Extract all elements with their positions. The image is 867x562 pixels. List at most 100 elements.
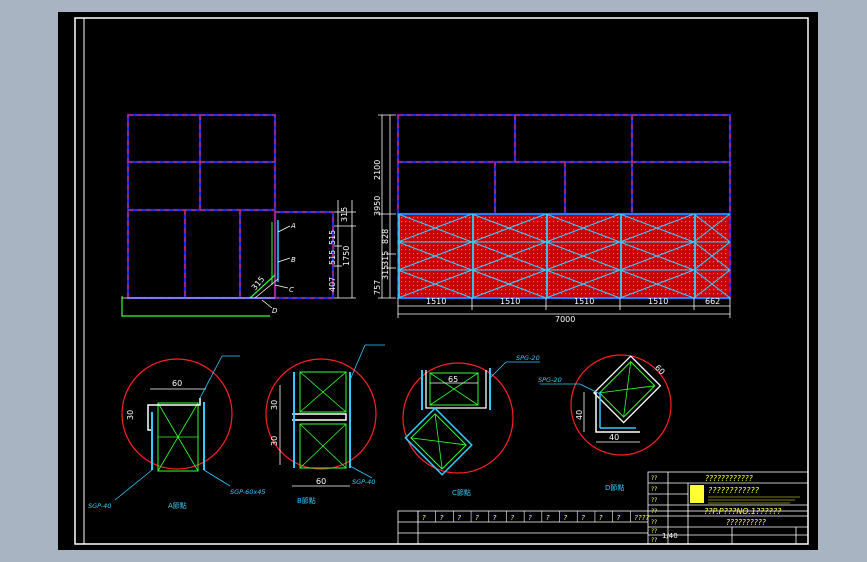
mesh-dot	[633, 221, 635, 223]
mesh-dot	[593, 249, 595, 251]
mesh-dot	[433, 237, 435, 239]
mesh-dot	[569, 257, 571, 259]
mesh-dot	[525, 293, 527, 295]
mesh-dot	[461, 253, 463, 255]
mesh-dot	[481, 257, 483, 259]
mesh-dot	[665, 229, 667, 231]
mesh-dot	[477, 221, 479, 223]
mesh-dot	[489, 265, 491, 267]
mesh-dot	[673, 245, 675, 247]
mesh-dot	[405, 225, 407, 227]
mesh-dot	[517, 257, 519, 259]
mesh-dot	[653, 293, 655, 295]
mesh-dot	[609, 277, 611, 279]
mesh-dot	[541, 253, 543, 255]
mesh-dot	[561, 233, 563, 235]
mesh-dot	[721, 273, 723, 275]
mesh-dot	[689, 229, 691, 231]
mesh-dot	[617, 221, 619, 223]
mesh-dot	[585, 289, 587, 291]
mesh-dot	[469, 265, 471, 267]
mesh-dot	[633, 225, 635, 227]
mesh-dot	[685, 249, 687, 251]
mesh-dot	[553, 253, 555, 255]
mesh-dot	[681, 221, 683, 223]
mesh-dot	[625, 285, 627, 287]
mesh-dot	[497, 261, 499, 263]
mesh-dot	[493, 285, 495, 287]
mesh-dot	[697, 229, 699, 231]
mesh-dot	[569, 281, 571, 283]
mesh-dot	[689, 217, 691, 219]
mesh-dot	[617, 285, 619, 287]
mesh-dot	[433, 281, 435, 283]
mesh-dot	[693, 237, 695, 239]
mesh-dot	[709, 245, 711, 247]
mesh-dot	[593, 293, 595, 295]
mesh-dot	[565, 257, 567, 259]
mesh-dot	[429, 233, 431, 235]
mesh-dot	[553, 249, 555, 251]
cad-viewport[interactable]: A B C D 315 315 515 515 407 1750 2100 39…	[58, 12, 818, 550]
mesh-dot	[541, 289, 543, 291]
mesh-dot	[693, 253, 695, 255]
mesh-dot	[409, 221, 411, 223]
mesh-dot	[465, 253, 467, 255]
mesh-dot	[549, 253, 551, 255]
mesh-dot	[637, 289, 639, 291]
mesh-dot	[609, 249, 611, 251]
mesh-dot	[669, 237, 671, 239]
mesh-dot	[545, 285, 547, 287]
cad-drawing-canvas[interactable]: A B C D 315 315 515 515 407 1750 2100 39…	[58, 12, 818, 550]
mesh-dot	[433, 277, 435, 279]
mesh-dot	[429, 221, 431, 223]
mesh-dot	[673, 253, 675, 255]
side-dim-315: 315	[340, 207, 349, 222]
mesh-dot	[645, 257, 647, 259]
mesh-dot	[537, 289, 539, 291]
mesh-dot	[509, 257, 511, 259]
mesh-dot	[697, 257, 699, 259]
front-dim-total: 7000	[555, 315, 575, 324]
mesh-dot	[657, 221, 659, 223]
mesh-dot	[725, 225, 727, 227]
mesh-dot	[593, 257, 595, 259]
mesh-dot	[401, 225, 403, 227]
mesh-dot	[401, 277, 403, 279]
mesh-dot	[613, 281, 615, 283]
mesh-dot	[481, 249, 483, 251]
mesh-dot	[725, 257, 727, 259]
mesh-dot	[661, 273, 663, 275]
mesh-dot	[585, 217, 587, 219]
mesh-dot	[537, 237, 539, 239]
mesh-dot	[725, 249, 727, 251]
mesh-dot	[453, 285, 455, 287]
mesh-dot	[685, 261, 687, 263]
mesh-dot	[529, 265, 531, 267]
mesh-dot	[529, 237, 531, 239]
revision-col-label: ?	[599, 514, 603, 522]
mesh-dot	[405, 257, 407, 259]
mesh-dot	[405, 281, 407, 283]
mesh-dot	[453, 253, 455, 255]
mesh-dot	[669, 249, 671, 251]
mesh-dot	[721, 285, 723, 287]
mesh-dot	[589, 217, 591, 219]
mesh-dot	[481, 281, 483, 283]
mesh-dot	[637, 237, 639, 239]
mesh-dot	[665, 217, 667, 219]
mesh-dot	[489, 237, 491, 239]
mesh-dot	[593, 261, 595, 263]
mesh-dot	[657, 229, 659, 231]
mesh-dot	[705, 293, 707, 295]
mesh-dot	[593, 221, 595, 223]
mesh-dot	[569, 229, 571, 231]
mesh-dot	[653, 261, 655, 263]
mesh-dot	[521, 249, 523, 251]
mesh-dot	[425, 233, 427, 235]
mesh-dot	[497, 285, 499, 287]
mesh-dot	[553, 233, 555, 235]
mesh-dot	[461, 249, 463, 251]
mesh-dot	[653, 217, 655, 219]
mesh-dot	[465, 233, 467, 235]
